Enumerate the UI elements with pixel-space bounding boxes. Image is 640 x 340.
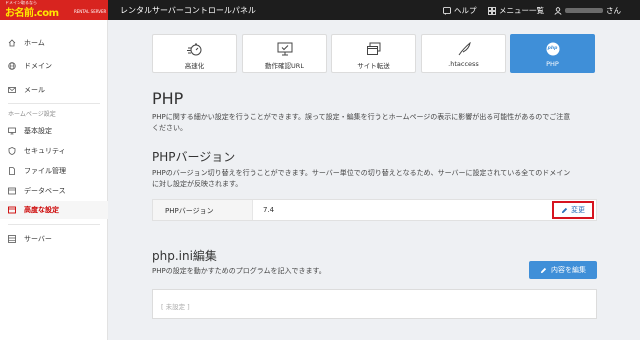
php-badge-text: php xyxy=(547,46,558,51)
sidebar-divider xyxy=(8,224,100,225)
tab-label: サイト転送 xyxy=(357,62,390,70)
php-version-description-line: PHPのバージョン切り替えを行うことができます。サーバー単位での切り替えとなるた… xyxy=(152,169,571,177)
top-bar: ドメイン取るなら お名前.com RENTAL SERVER レンタルサーバーコ… xyxy=(0,0,640,20)
sidebar-item-label: ファイル管理 xyxy=(24,167,66,175)
sidebar-section-homepage: ホームページ設定 xyxy=(8,111,56,118)
php-ini-content: [ 未設定 ] xyxy=(161,303,190,311)
sidebar-item-label: 高度な設定 xyxy=(24,206,59,214)
monitor-icon xyxy=(8,127,16,135)
tab-label: .htaccess xyxy=(448,60,479,68)
change-version-button[interactable]: 変更 xyxy=(552,201,594,219)
quill-icon xyxy=(458,42,471,56)
sidebar-divider xyxy=(8,103,100,104)
tab-htaccess[interactable]: .htaccess xyxy=(421,34,506,73)
sidebar-item-label: ドメイン xyxy=(24,62,52,70)
php-version-label-cell: PHPバージョン xyxy=(153,200,253,220)
edit-php-ini-button[interactable]: 内容を編集 xyxy=(529,261,597,279)
onamae-logo[interactable]: ドメイン取るなら お名前.com RENTAL SERVER xyxy=(0,0,108,20)
user-suffix: さん xyxy=(606,6,621,15)
windows-icon xyxy=(367,42,381,55)
file-icon xyxy=(9,167,15,175)
page-title: PHP xyxy=(152,89,184,108)
sidebar-item-label: ホーム xyxy=(24,39,45,47)
stopwatch-icon xyxy=(187,43,202,56)
pencil-icon xyxy=(540,267,547,273)
php-version-heading: PHPバージョン xyxy=(152,150,236,164)
page-description-line: ください。 xyxy=(152,124,187,132)
php-version-value: 7.4 xyxy=(263,206,275,214)
user-name-masked xyxy=(565,8,603,13)
php-ini-content-box: [ 未設定 ] xyxy=(152,289,597,319)
tab-php[interactable]: php PHP xyxy=(510,34,595,73)
sidebar-item-home[interactable]: ホーム xyxy=(0,34,108,52)
sidebar-item-basic[interactable]: 基本設定 xyxy=(0,122,108,140)
help-label: ヘルプ xyxy=(454,6,477,15)
app-title: レンタルサーバーコントロールパネル xyxy=(120,6,256,15)
logo-subtext: RENTAL SERVER xyxy=(74,9,107,14)
sidebar-item-files[interactable]: ファイル管理 xyxy=(0,162,108,180)
tab-site-redirect[interactable]: サイト転送 xyxy=(331,34,416,73)
php-ini-heading: php.ini編集 xyxy=(152,249,217,263)
sidebar-item-label: サーバー xyxy=(24,235,52,243)
page-description: PHPに関する細かい設定を行うことができます。誤って設定・編集を行うとホームペー… xyxy=(152,112,602,134)
edit-button-label: 内容を編集 xyxy=(551,266,586,274)
sidebar-item-database[interactable]: データベース xyxy=(0,182,108,200)
menu-link[interactable]: メニュー一覧 xyxy=(488,5,544,16)
pencil-icon xyxy=(561,207,568,213)
sidebar-item-label: データベース xyxy=(24,187,66,195)
tab-label: 高速化 xyxy=(184,62,205,70)
sidebar-item-server[interactable]: サーバー xyxy=(0,230,108,248)
tab-label: PHP xyxy=(546,60,559,68)
tab-speedup[interactable]: 高速化 xyxy=(152,34,237,73)
sidebar-item-mail[interactable]: メール xyxy=(0,81,108,99)
php-version-row: PHPバージョン 7.4 変更 xyxy=(152,199,597,221)
user-menu[interactable]: さん xyxy=(554,5,621,16)
shield-icon xyxy=(8,147,16,155)
tab-label: 動作確認URL xyxy=(265,62,304,70)
home-icon xyxy=(8,39,16,47)
user-icon xyxy=(554,6,562,15)
advanced-settings-icon xyxy=(8,206,16,214)
monitor-check-icon xyxy=(277,42,293,56)
server-icon xyxy=(8,235,16,243)
help-icon xyxy=(443,6,451,15)
php-version-description-line: に対し設定が反映されます。 xyxy=(152,180,243,188)
sidebar: ホーム ドメイン メール ホームページ設定 基本設定 セキュリティ ファイル管理… xyxy=(0,20,108,340)
menu-label: メニュー一覧 xyxy=(499,6,544,15)
tab-check-url[interactable]: 動作確認URL xyxy=(242,34,327,73)
change-button-label: 変更 xyxy=(571,206,585,214)
php-version-description: PHPのバージョン切り替えを行うことができます。サーバー単位での切り替えとなるた… xyxy=(152,168,602,190)
sidebar-item-label: メール xyxy=(24,86,45,94)
page-description-line: PHPに関する細かい設定を行うことができます。誤って設定・編集を行うとホームペー… xyxy=(152,113,571,121)
sidebar-item-label: セキュリティ xyxy=(24,147,66,155)
grid-icon xyxy=(488,6,496,15)
database-icon xyxy=(8,187,16,195)
sidebar-item-advanced[interactable]: 高度な設定 xyxy=(0,201,108,219)
sidebar-item-security[interactable]: セキュリティ xyxy=(0,142,108,160)
sidebar-item-domain[interactable]: ドメイン xyxy=(0,57,108,75)
globe-icon xyxy=(8,62,16,70)
help-link[interactable]: ヘルプ xyxy=(443,5,477,16)
php-version-label: PHPバージョン xyxy=(165,207,214,215)
sidebar-item-label: 基本設定 xyxy=(24,127,52,135)
logo-text: お名前.com xyxy=(5,8,59,19)
mail-icon xyxy=(8,87,16,93)
